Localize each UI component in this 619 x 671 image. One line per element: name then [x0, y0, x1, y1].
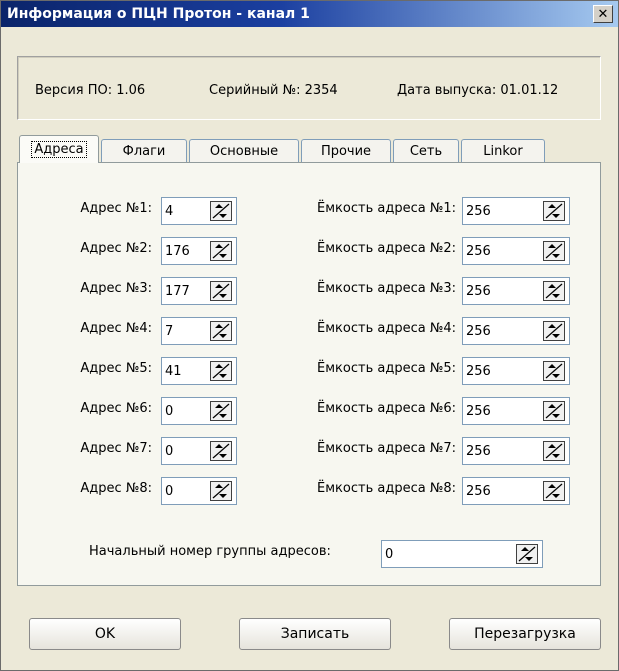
capacity-label: Ёмкость адреса №3:	[317, 281, 456, 296]
capacity-label: Ёмкость адреса №8:	[317, 481, 456, 496]
capacity-field[interactable]: 256	[462, 437, 570, 465]
capacity-field[interactable]: 256	[462, 317, 570, 345]
spin-icon[interactable]	[210, 281, 232, 301]
tab-flags[interactable]: Флаги	[101, 139, 187, 162]
dialog-window: Информация о ПЦН Протон - канал 1 ✕ Верс…	[0, 0, 619, 671]
address-field[interactable]: 7	[161, 317, 237, 345]
capacity-label: Ёмкость адреса №6:	[317, 401, 456, 416]
address-field[interactable]: 0	[161, 437, 237, 465]
spin-icon[interactable]	[543, 441, 565, 461]
firmware-version: Версия ПО: 1.06	[35, 83, 146, 98]
capacity-field[interactable]: 256	[462, 477, 570, 505]
serial-number: Серийный №: 2354	[209, 83, 338, 98]
spin-icon[interactable]	[210, 241, 232, 261]
address-field[interactable]: 41	[161, 357, 237, 385]
capacity-field[interactable]: 256	[462, 197, 570, 225]
window-title: Информация о ПЦН Протон - канал 1	[7, 6, 310, 22]
capacity-label: Ёмкость адреса №2:	[317, 241, 456, 256]
capacity-field[interactable]: 256	[462, 277, 570, 305]
address-label: Адрес №5:	[80, 361, 152, 376]
address-label: Адрес №6:	[80, 401, 152, 416]
capacity-label: Ёмкость адреса №7:	[317, 441, 456, 456]
tab-network[interactable]: Сеть	[393, 139, 459, 162]
spin-icon[interactable]	[543, 321, 565, 341]
address-field[interactable]: 0	[161, 397, 237, 425]
capacity-label: Ёмкость адреса №1:	[317, 201, 456, 216]
title-bar[interactable]: Информация о ПЦН Протон - канал 1 ✕	[1, 1, 618, 27]
address-label: Адрес №7:	[80, 441, 152, 456]
tab-linkor[interactable]: Linkor	[461, 139, 545, 162]
capacity-label: Ёмкость адреса №4:	[317, 321, 456, 336]
spin-icon[interactable]	[516, 544, 538, 564]
spin-icon[interactable]	[543, 481, 565, 501]
address-field[interactable]: 0	[161, 477, 237, 505]
address-label: Адрес №1:	[80, 201, 152, 216]
ok-button[interactable]: OK	[29, 618, 181, 650]
address-label: Адрес №3:	[80, 281, 152, 296]
reboot-button[interactable]: Перезагрузка	[449, 618, 601, 650]
capacity-field[interactable]: 256	[462, 397, 570, 425]
spin-icon[interactable]	[543, 241, 565, 261]
address-label: Адрес №4:	[80, 321, 152, 336]
address-field[interactable]: 4	[161, 197, 237, 225]
spin-icon[interactable]	[543, 401, 565, 421]
address-label: Адрес №2:	[80, 241, 152, 256]
close-icon: ✕	[597, 6, 609, 22]
address-field[interactable]: 176	[161, 237, 237, 265]
spin-icon[interactable]	[210, 321, 232, 341]
address-label: Адрес №8:	[80, 481, 152, 496]
spin-icon[interactable]	[210, 201, 232, 221]
group-start-label: Начальный номер группы адресов:	[89, 544, 331, 559]
group-start-field[interactable]: 0	[381, 540, 543, 568]
capacity-label: Ёмкость адреса №5:	[317, 361, 456, 376]
spin-icon[interactable]	[543, 361, 565, 381]
tab-addresses[interactable]: Адреса	[19, 135, 99, 163]
spin-icon[interactable]	[210, 361, 232, 381]
close-button[interactable]: ✕	[593, 5, 613, 23]
write-button[interactable]: Записать	[239, 618, 391, 650]
tab-other[interactable]: Прочие	[301, 139, 391, 162]
spin-icon[interactable]	[543, 281, 565, 301]
spin-icon[interactable]	[210, 481, 232, 501]
spin-icon[interactable]	[210, 441, 232, 461]
tab-main[interactable]: Основные	[189, 139, 299, 162]
spin-icon[interactable]	[543, 201, 565, 221]
spin-icon[interactable]	[210, 401, 232, 421]
capacity-field[interactable]: 256	[462, 237, 570, 265]
capacity-field[interactable]: 256	[462, 357, 570, 385]
address-field[interactable]: 177	[161, 277, 237, 305]
release-date: Дата выпуска: 01.01.12	[397, 83, 559, 98]
